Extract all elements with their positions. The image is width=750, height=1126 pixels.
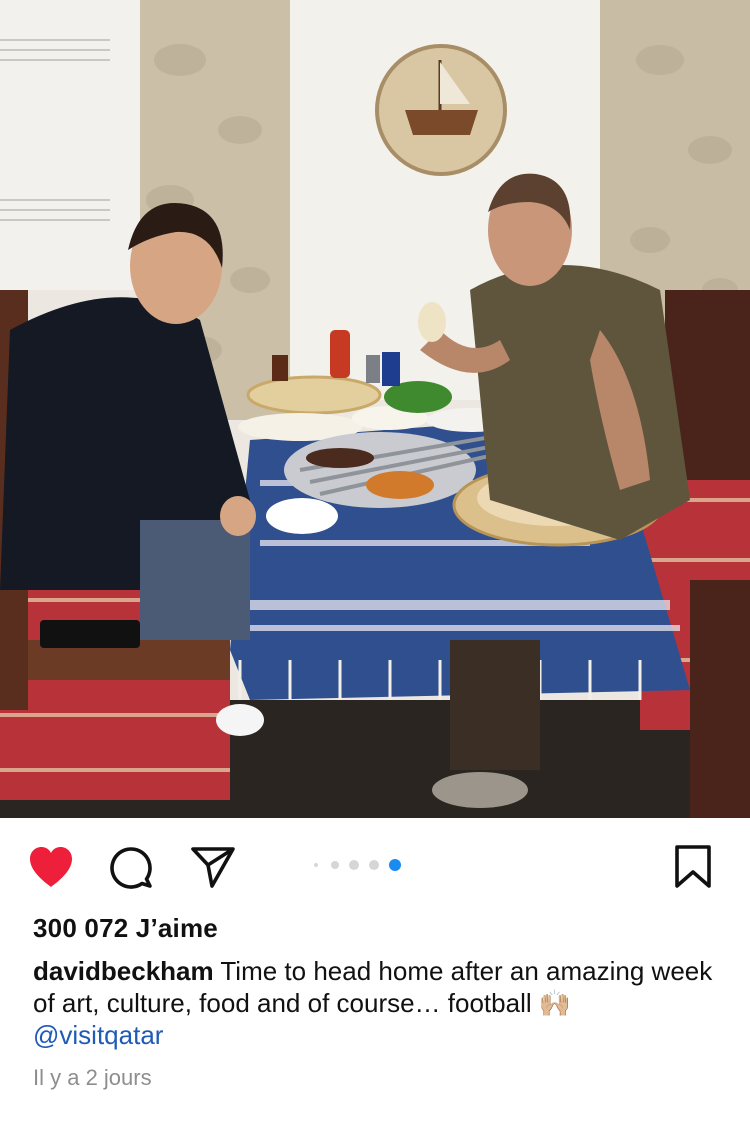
likes-count[interactable]: 300 072 J’aime [33,913,218,944]
carousel-dot [349,860,359,870]
save-button[interactable] [668,842,718,892]
caption-mention[interactable]: @visitqatar [33,1020,163,1050]
carousel-dot [314,863,318,867]
bookmark-icon [675,845,711,888]
like-button[interactable] [26,842,76,892]
paper-plane-icon [191,847,235,888]
post-action-bar [0,818,750,914]
heart-filled-icon [30,847,72,887]
carousel-indicator [308,856,408,872]
post-caption: davidbeckham Time to head home after an … [33,955,723,1051]
comment-button[interactable] [106,842,156,892]
raising-hands-emoji: 🙌🏼 [538,988,572,1018]
share-button[interactable] [188,842,238,892]
comment-icon [110,847,152,889]
caption-username[interactable]: davidbeckham [33,956,214,986]
carousel-dot [331,861,339,869]
carousel-dot-active [389,859,401,871]
post-photo[interactable] [0,0,750,818]
post-timestamp: Il y a 2 jours [33,1065,152,1090]
carousel-dot [369,860,379,870]
photo-illustration [0,0,750,818]
